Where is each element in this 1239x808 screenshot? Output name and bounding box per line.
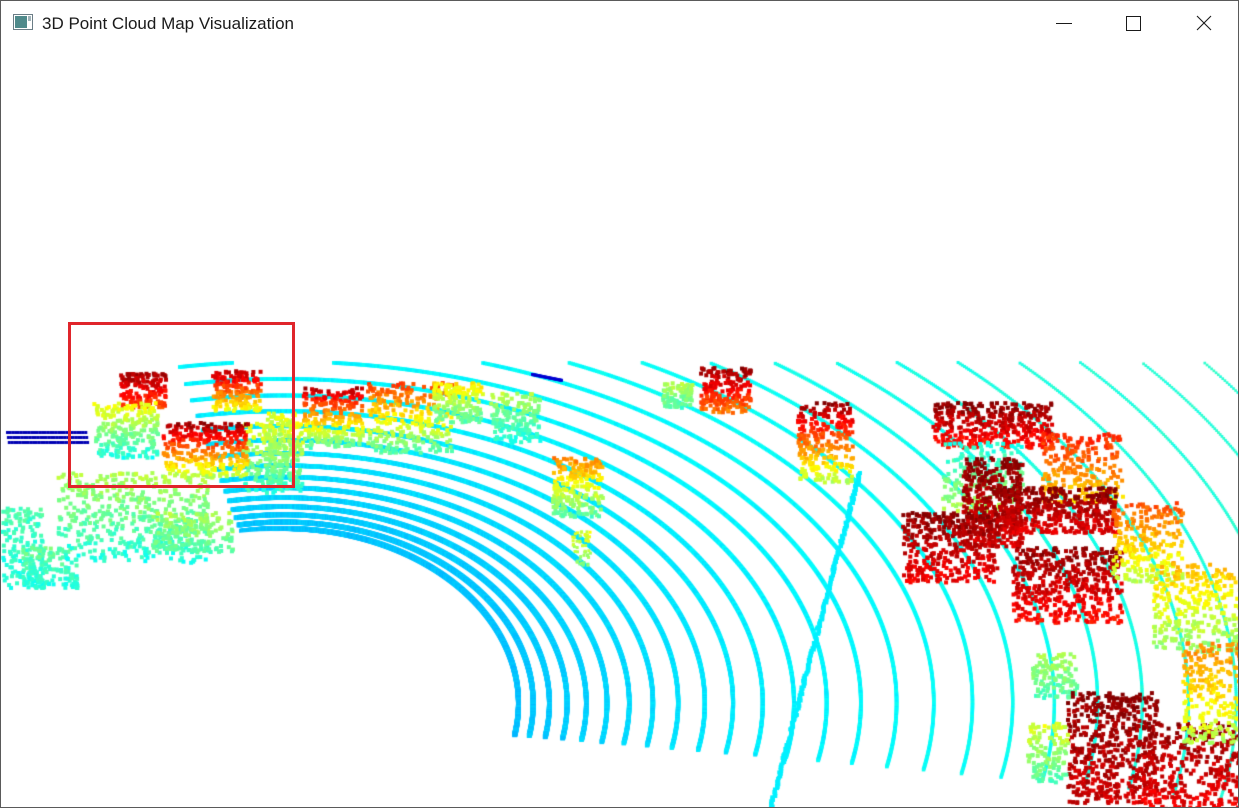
maximize-button[interactable]	[1100, 1, 1168, 46]
minimize-icon	[1056, 23, 1072, 24]
close-button[interactable]	[1170, 1, 1238, 46]
application-window: 3D Point Cloud Map Visualization	[0, 0, 1239, 808]
minimize-button[interactable]	[1030, 1, 1098, 46]
title-bar[interactable]: 3D Point Cloud Map Visualization	[1, 1, 1238, 46]
maximize-icon	[1126, 16, 1141, 31]
app-window-icon	[13, 14, 33, 30]
point-cloud-viewport[interactable]	[1, 46, 1238, 807]
selection-highlight-box	[68, 322, 295, 488]
close-icon	[1196, 15, 1212, 31]
window-title: 3D Point Cloud Map Visualization	[42, 14, 294, 33]
